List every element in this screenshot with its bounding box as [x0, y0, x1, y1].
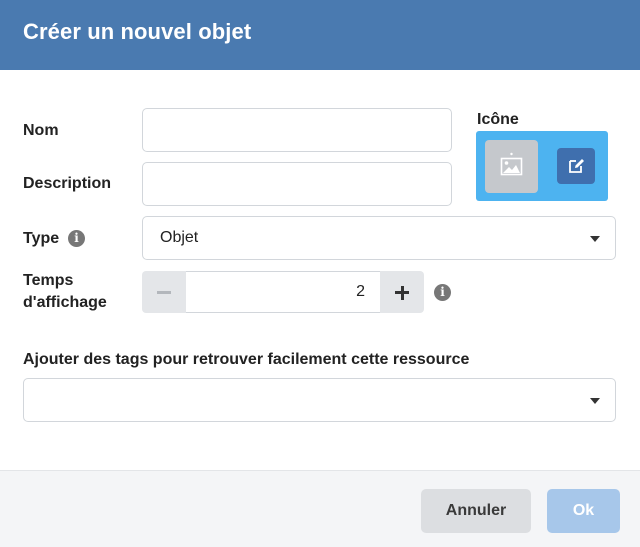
display-time-value[interactable]: 2 — [186, 271, 380, 313]
type-label: Type — [23, 230, 60, 247]
display-time-stepper: 2 — [142, 271, 424, 313]
tags-chevron-down-icon — [590, 398, 600, 404]
increment-button[interactable] — [380, 271, 424, 313]
tags-label: Ajouter des tags pour retrouver facileme… — [23, 351, 470, 368]
display-time-info-icon[interactable]: i — [434, 284, 451, 301]
minus-icon — [157, 291, 171, 294]
dialog-footer — [0, 471, 640, 547]
icon-picker — [476, 131, 608, 201]
chevron-down-icon — [590, 236, 600, 242]
name-label: Nom — [23, 122, 59, 139]
edit-icon-button[interactable] — [557, 148, 595, 184]
type-select[interactable]: Objet — [142, 216, 616, 260]
description-input[interactable] — [142, 162, 452, 206]
display-time-label-line1: Temps — [23, 272, 74, 289]
icon-preview[interactable] — [485, 140, 538, 193]
icon-label: Icône — [477, 111, 519, 128]
ok-button[interactable]: Ok — [547, 489, 620, 533]
display-time-label-line2: d'affichage — [23, 294, 107, 311]
tags-select[interactable] — [23, 378, 616, 422]
edit-icon — [569, 159, 584, 173]
description-label: Description — [23, 175, 112, 192]
display-time-label: Temps d'affichage — [23, 270, 107, 314]
name-input[interactable] — [142, 108, 452, 152]
decrement-button[interactable] — [142, 271, 186, 313]
info-icon[interactable]: i — [68, 230, 85, 247]
cancel-button[interactable]: Annuler — [421, 489, 531, 533]
image-placeholder-icon — [500, 152, 523, 176]
type-select-value: Objet — [160, 229, 199, 246]
dialog-title: Créer un nouvel objet — [23, 19, 252, 44]
dialog-header: Créer un nouvel objet — [0, 0, 640, 70]
